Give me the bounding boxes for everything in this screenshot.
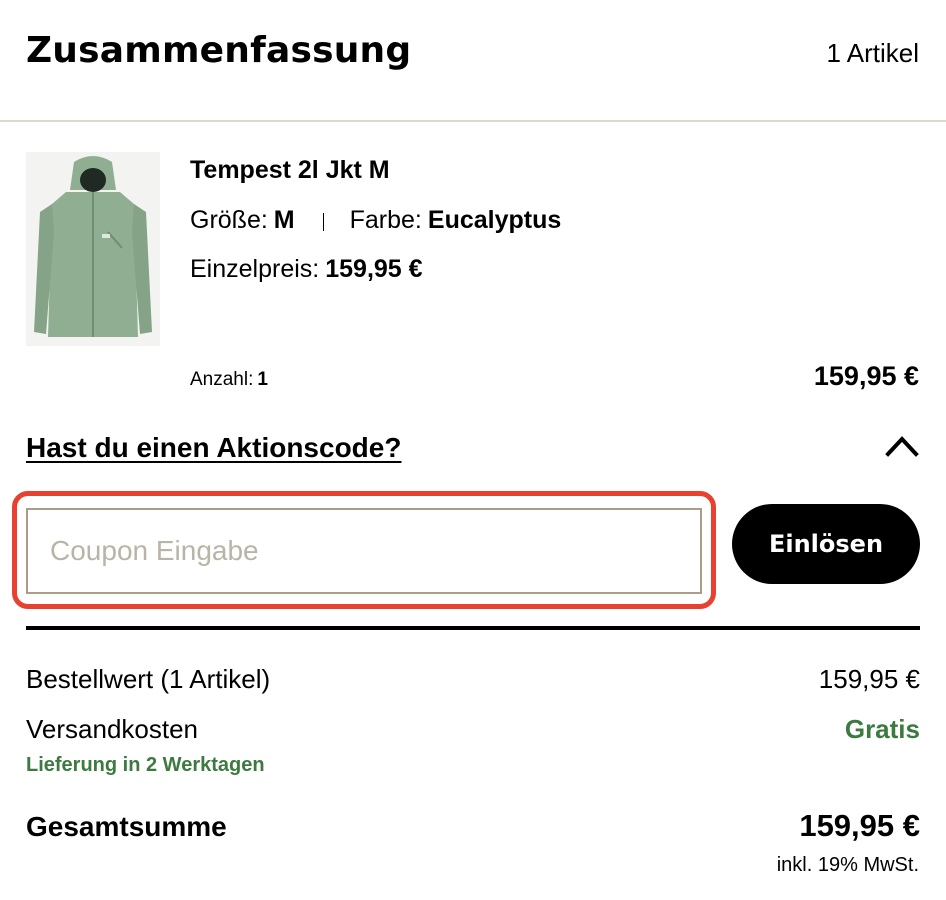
grand-total-amount: 159,95 €	[799, 808, 920, 843]
quantity-label: Anzahl:	[190, 369, 254, 390]
grand-total-label: Gesamtsumme	[26, 811, 227, 842]
shipping-value: Gratis	[844, 714, 920, 744]
unit-price-label: Einzelpreis:	[190, 255, 320, 283]
size-label: Größe:	[190, 206, 268, 234]
order-value-row: Bestellwert (1 Artikel) 159,95 €	[26, 664, 920, 695]
vat-note: inkl. 19% MwSt.	[776, 854, 919, 876]
line-total: 159,95 €	[813, 361, 919, 391]
color-value: Eucalyptus	[427, 206, 562, 234]
shipping-row: Versandkosten Gratis	[26, 714, 920, 745]
product-name[interactable]: Tempest 2l Jkt M	[190, 156, 390, 185]
page-title: Zusammenfassung	[26, 30, 412, 71]
product-attributes: Größe: M Farbe: Eucalyptus	[190, 206, 561, 235]
order-value-amount: 159,95 €	[818, 664, 920, 694]
summary-header: Zusammenfassung 1 Artikel	[0, 0, 946, 120]
quantity-value: 1	[257, 369, 268, 390]
color-label: Farbe:	[349, 206, 422, 234]
chevron-up-icon[interactable]	[885, 434, 919, 458]
delivery-note: Lieferung in 2 Werktagen	[26, 754, 265, 776]
attribute-separator	[322, 213, 324, 231]
quantity: Anzahl: 1	[190, 369, 268, 391]
grand-total-row: Gesamtsumme 159,95 €	[26, 808, 920, 844]
size-value: M	[273, 206, 295, 234]
totals-divider	[26, 626, 920, 630]
shipping-label: Versandkosten	[26, 714, 199, 744]
coupon-input[interactable]	[26, 508, 702, 594]
header-divider	[0, 120, 946, 122]
promo-code-toggle-link[interactable]: Hast du einen Aktionscode?	[26, 432, 401, 464]
item-count: 1 Artikel	[826, 38, 920, 68]
order-value-label: Bestellwert (1 Artikel)	[26, 664, 271, 694]
redeem-button[interactable]: Einlösen	[732, 504, 920, 584]
unit-price: Einzelpreis: 159,95 €	[190, 255, 423, 284]
unit-price-value: 159,95 €	[325, 255, 423, 283]
jacket-image	[26, 152, 160, 346]
product-image[interactable]	[26, 152, 160, 346]
